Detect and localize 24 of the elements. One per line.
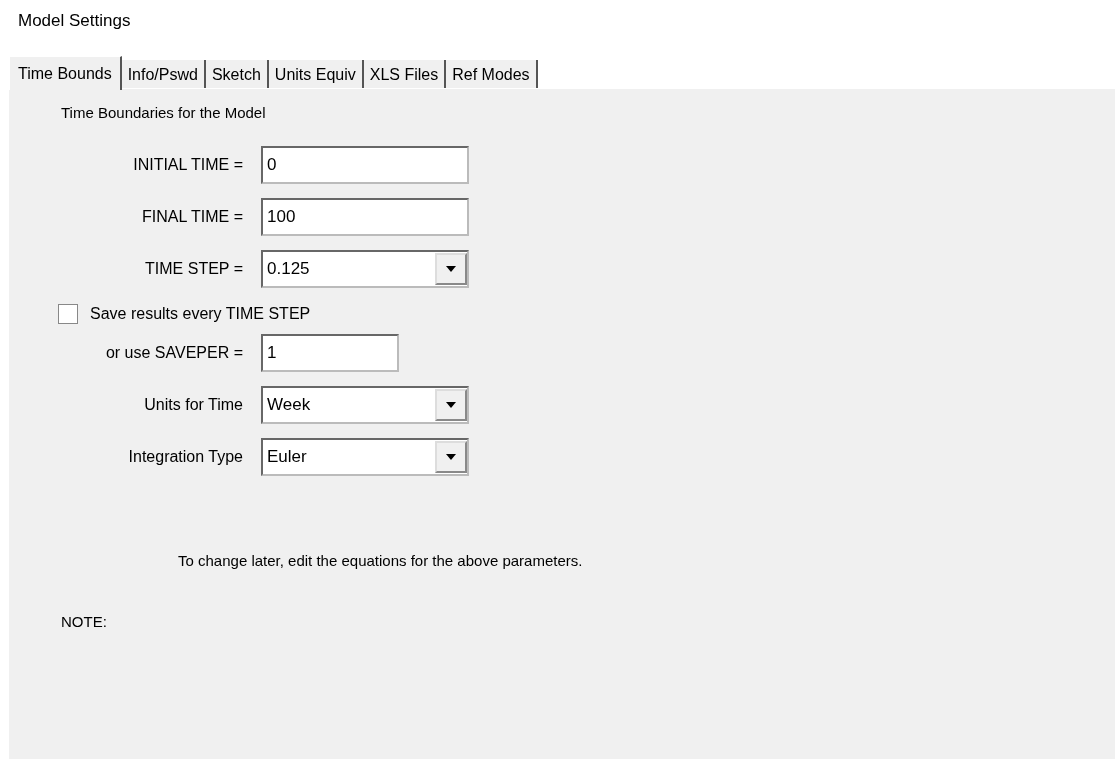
note-label: NOTE: [61,613,108,630]
field-label: INITIAL TIME = [132,156,244,174]
input-field[interactable]: 100 [261,198,469,236]
field-label: or use SAVEPER = [104,344,244,362]
input-field[interactable]: 0 [261,146,469,184]
hint-text: To change later, edit the equations for the above parameters. [178,552,584,569]
field-label: FINAL TIME = [141,208,244,226]
checkbox[interactable] [58,304,78,324]
checkbox-label: Save results every TIME STEP [90,305,311,323]
dropdown[interactable]: Week [261,386,469,424]
tab[interactable]: XLS Files [363,60,447,88]
tab[interactable]: Ref Modes [446,60,538,88]
tab[interactable]: Time Bounds [9,56,122,90]
section-heading: Time Boundaries for the Model [61,104,267,123]
field-label: Integration Type [127,448,244,466]
dropdown[interactable]: Euler [261,438,469,476]
tab[interactable]: Info/Pswd [121,60,206,88]
tab[interactable]: Units Equiv [268,60,364,88]
field-label: TIME STEP = [144,260,244,278]
dropdown[interactable]: 0.125 [261,250,469,288]
field-label: Units for Time [143,396,244,414]
input-field[interactable]: 1 [261,334,399,372]
tab[interactable]: Sketch [205,60,269,88]
window-title: Model Settings [17,10,132,32]
